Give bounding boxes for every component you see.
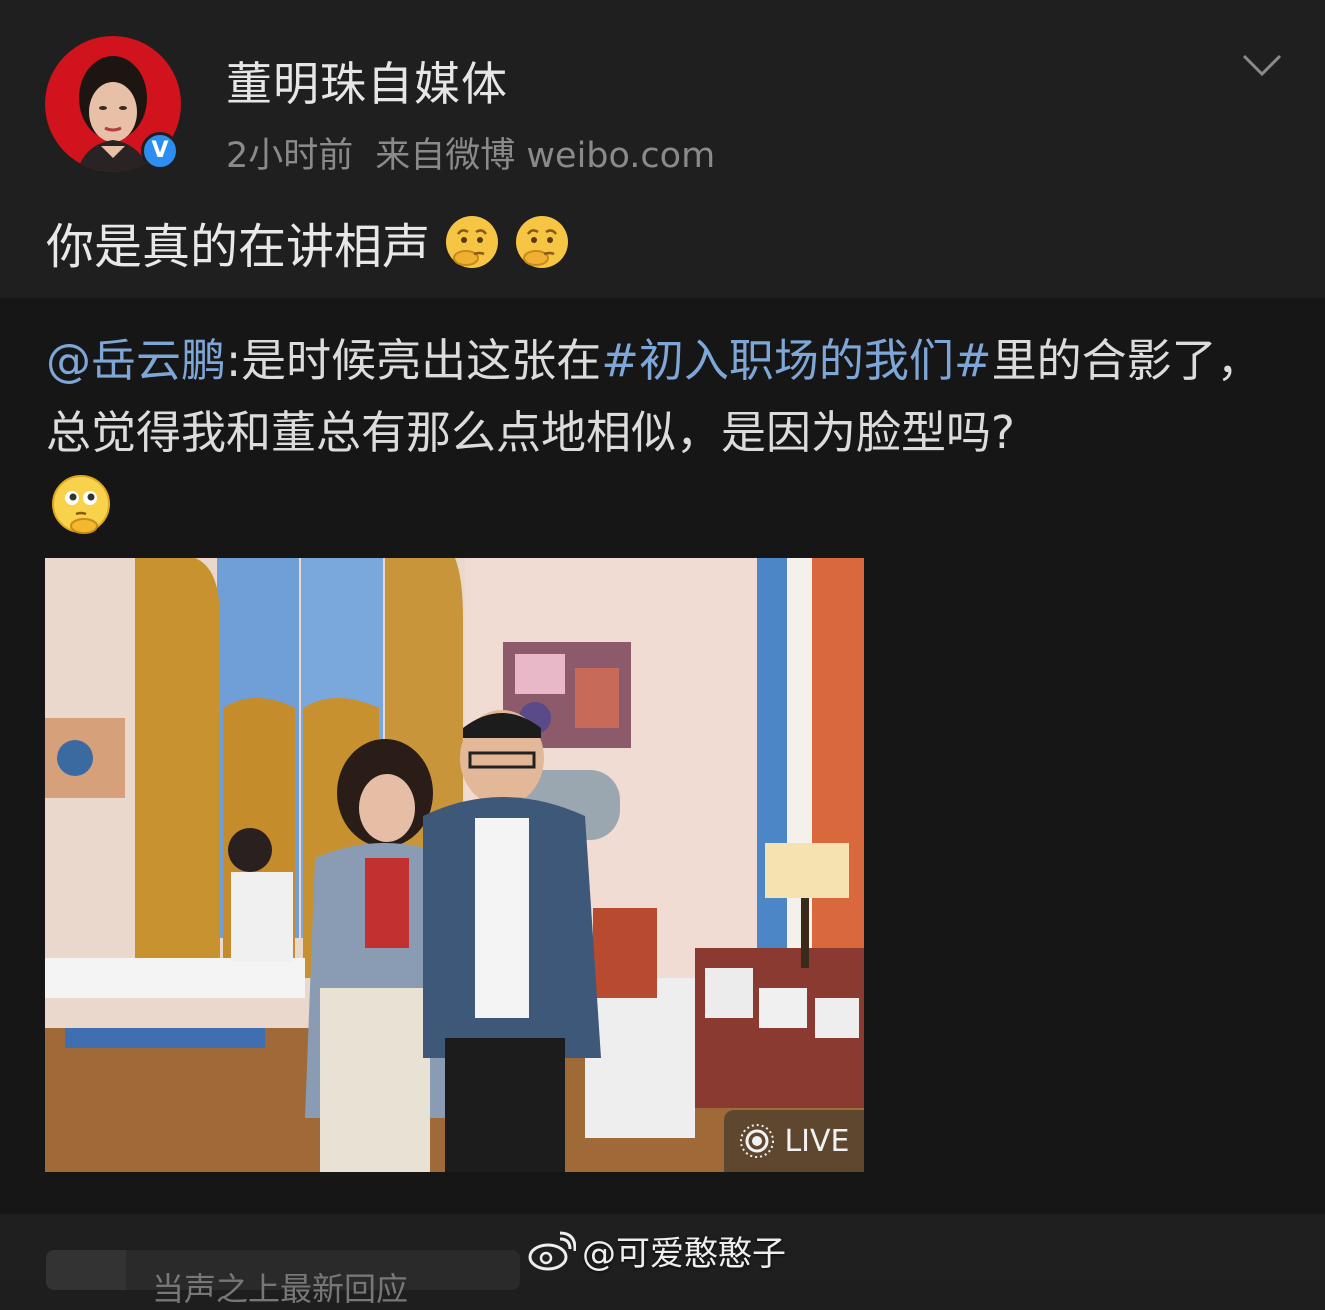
username[interactable]: 董明珠自媒体 xyxy=(226,48,508,114)
post-photo[interactable] xyxy=(45,558,864,1172)
repost-text: @岳云鹏:是时候亮出这张在#初入职场的我们#里的合影了，总觉得我和董总有那么点地… xyxy=(46,325,1286,469)
comment-preview-text: 当声之上最新回应 xyxy=(152,1270,409,1308)
watermark: @可爱憨憨子 xyxy=(528,1226,786,1275)
avatar[interactable]: V xyxy=(45,36,181,172)
thinking-emoji-icon xyxy=(516,216,569,268)
hashtag-link[interactable]: #初入职场的我们# xyxy=(601,334,991,387)
post-time: 2小时前 xyxy=(226,136,354,176)
live-photo-badge[interactable]: LIVE xyxy=(724,1110,864,1172)
mention-link[interactable]: @岳云鹏 xyxy=(46,334,226,387)
thinking-emoji-icon xyxy=(446,216,499,268)
watermark-text: @可爱憨憨子 xyxy=(582,1234,786,1274)
comment-preview[interactable]: 当声之上最新回应 xyxy=(46,1250,520,1308)
verified-badge-icon: V xyxy=(141,132,179,170)
thinking-face-icon xyxy=(52,475,110,534)
post-text-content: 你是真的在讲相声 xyxy=(46,219,431,275)
post-text: 你是真的在讲相声 xyxy=(46,207,570,277)
live-label: LIVE xyxy=(784,1123,850,1159)
chevron-down-icon[interactable] xyxy=(1242,50,1282,80)
comment-avatar xyxy=(46,1250,126,1290)
weibo-logo-icon xyxy=(528,1231,576,1270)
post-meta: 2小时前 来自微博 weibo.com xyxy=(226,127,737,178)
post-source[interactable]: 来自微博 weibo.com xyxy=(375,136,715,176)
repost-text-part1: :是时候亮出这张在 xyxy=(226,334,602,387)
live-photo-icon xyxy=(740,1124,775,1158)
